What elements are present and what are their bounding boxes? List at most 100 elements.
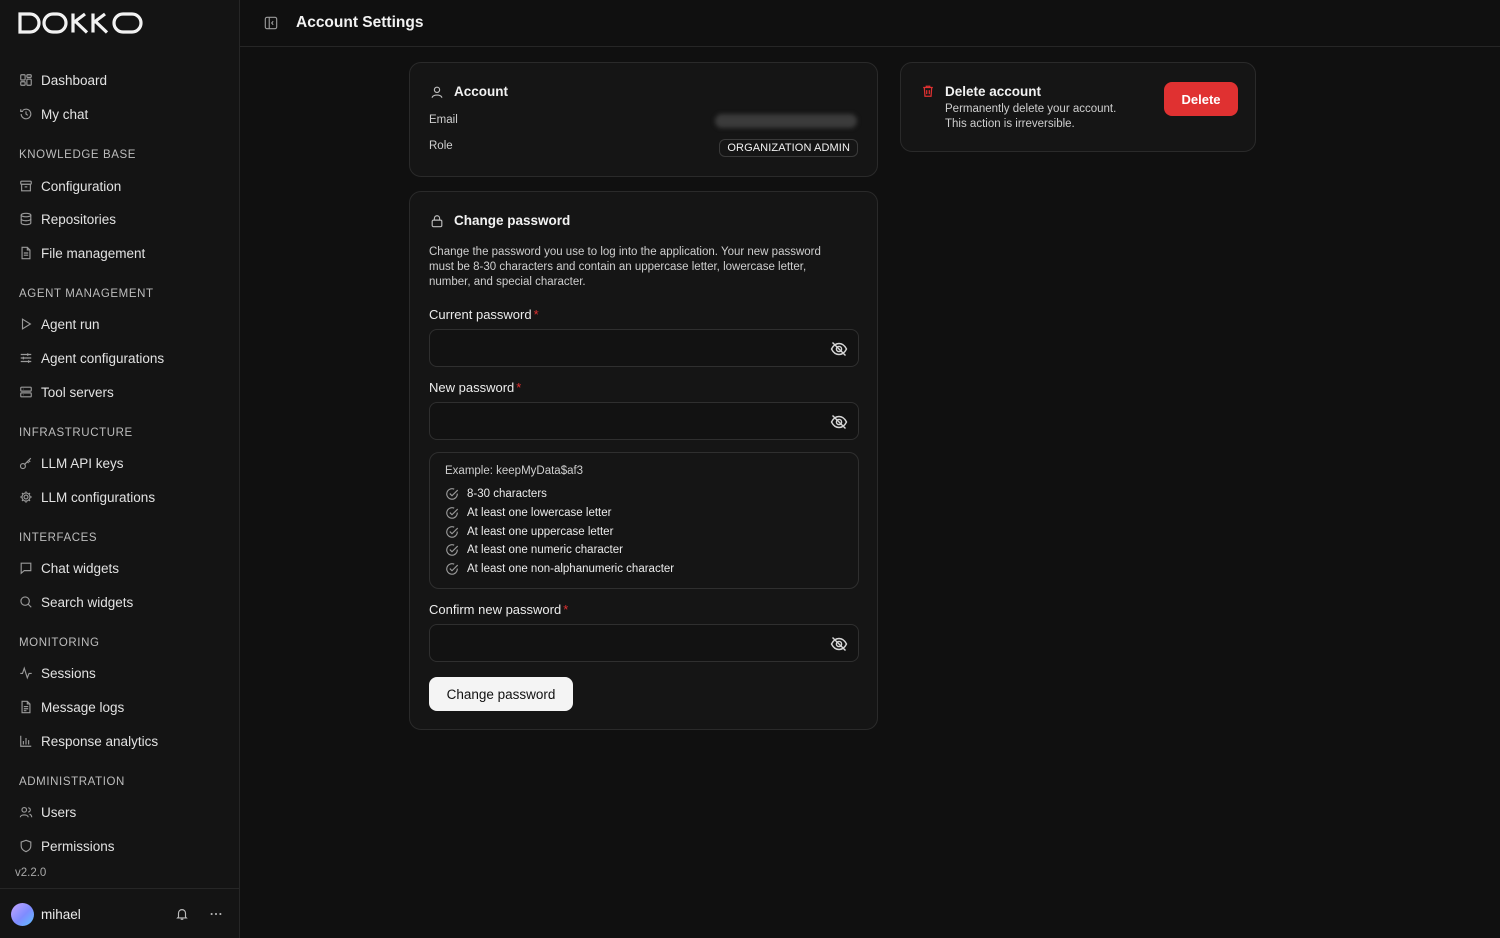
email-label: Email	[429, 114, 458, 126]
sidebar-toggle-icon[interactable]	[264, 16, 278, 30]
eye-off-icon[interactable]	[830, 340, 848, 358]
history-icon	[19, 107, 33, 121]
sidebar-item-label: File management	[41, 245, 146, 261]
section-administration: ADMINISTRATION	[19, 776, 125, 788]
account-card: Account Email Role ORGANIZATION ADMIN	[409, 62, 878, 177]
search-icon	[19, 595, 33, 609]
sidebar-item-permissions[interactable]: Permissions	[19, 836, 115, 856]
user-name[interactable]: mihael	[41, 907, 81, 922]
bar-chart-icon	[19, 734, 33, 748]
sidebar-item-users[interactable]: Users	[19, 802, 76, 822]
change-password-description: Change the password you use to log into …	[429, 246, 821, 288]
key-icon	[19, 456, 33, 470]
eye-off-icon[interactable]	[830, 635, 848, 653]
sidebar-item-configuration[interactable]: Configuration	[19, 176, 121, 196]
requirement-item: 8-30 characters	[445, 487, 547, 501]
sidebar-item-repositories[interactable]: Repositories	[19, 209, 116, 229]
sidebar-item-tool-servers[interactable]: Tool servers	[19, 382, 114, 402]
required-marker: *	[563, 602, 569, 617]
sidebar-item-agent-run[interactable]: Agent run	[19, 314, 100, 334]
check-circle-icon	[445, 543, 459, 557]
sidebar-item-label: My chat	[41, 106, 89, 122]
requirement-text: At least one numeric character	[467, 544, 623, 556]
delete-account-description-line2: This action is irreversible.	[945, 118, 1075, 130]
password-requirements: Example: keepMyData$af3 8-30 characters …	[429, 452, 859, 589]
sidebar-item-label: Sessions	[41, 665, 96, 681]
dokko-logo[interactable]	[18, 12, 144, 34]
sidebar-item-response-analytics[interactable]: Response analytics	[19, 731, 158, 751]
confirm-password-input[interactable]	[430, 625, 810, 661]
sidebar-item-file-management[interactable]: File management	[19, 243, 145, 263]
password-example: Example: keepMyData$af3	[445, 465, 584, 477]
delete-account-description-line1: Permanently delete your account.	[945, 103, 1117, 115]
sidebar-item-llm-api-keys[interactable]: LLM API keys	[19, 453, 124, 473]
role-label: Role	[429, 140, 453, 152]
sidebar-item-search-widgets[interactable]: Search widgets	[19, 592, 133, 612]
sidebar-item-label: Agent run	[41, 316, 100, 332]
requirement-text: At least one lowercase letter	[467, 507, 612, 519]
current-password-input[interactable]	[430, 330, 810, 366]
account-card-title: Account	[430, 84, 508, 99]
sidebar-item-label: Agent configurations	[41, 350, 165, 366]
section-interfaces: INTERFACES	[19, 532, 98, 544]
activity-icon	[19, 666, 33, 680]
sidebar-item-label: Configuration	[41, 178, 122, 194]
bell-icon[interactable]	[175, 907, 189, 921]
section-knowledge-base: KNOWLEDGE BASE	[19, 149, 137, 161]
sliders-icon	[19, 351, 33, 365]
database-icon	[19, 212, 33, 226]
sidebar-item-dashboard[interactable]: Dashboard	[19, 70, 107, 90]
lock-icon	[430, 214, 444, 228]
section-monitoring: MONITORING	[19, 637, 100, 649]
change-password-title: Change password	[454, 213, 571, 228]
new-password-input[interactable]	[430, 403, 810, 439]
email-value-redacted	[715, 114, 857, 128]
new-password-label-text: New password	[429, 380, 515, 395]
sidebar-item-label: Dashboard	[41, 72, 108, 88]
requirement-item: At least one lowercase letter	[445, 506, 611, 520]
message-icon	[19, 561, 33, 575]
delete-account-button[interactable]: Delete	[1164, 82, 1238, 116]
sidebar-item-label: Search widgets	[41, 594, 134, 610]
sidebar-item-label: Users	[41, 804, 77, 820]
server-icon	[19, 385, 33, 399]
sidebar-item-label: Message logs	[41, 699, 125, 715]
change-password-button[interactable]: Change password	[429, 677, 573, 711]
user-bar: mihael	[0, 888, 240, 938]
sidebar-item-label: LLM API keys	[41, 455, 124, 471]
role-badge: ORGANIZATION ADMIN	[719, 139, 858, 157]
page-title: Account Settings	[296, 14, 424, 31]
current-password-label: Current password *	[429, 307, 539, 322]
sidebar-item-sessions[interactable]: Sessions	[19, 663, 96, 683]
sidebar-item-label: LLM configurations	[41, 489, 156, 505]
sidebar-item-chat-widgets[interactable]: Chat widgets	[19, 558, 119, 578]
requirement-text: At least one non-alphanumeric character	[467, 563, 675, 575]
avatar[interactable]	[11, 903, 34, 926]
sidebar-item-label: Tool servers	[41, 384, 114, 400]
confirm-password-label-text: Confirm new password	[429, 602, 562, 617]
gear-icon	[19, 490, 33, 504]
dashboard-icon	[19, 73, 33, 87]
top-header: Account Settings	[240, 0, 1500, 47]
required-marker: *	[516, 380, 522, 395]
requirement-text: 8-30 characters	[467, 488, 547, 500]
check-circle-icon	[445, 506, 459, 520]
trash-icon	[921, 84, 935, 98]
sidebar-item-agent-configurations[interactable]: Agent configurations	[19, 348, 164, 368]
confirm-password-field	[429, 624, 859, 662]
sidebar-item-label: Response analytics	[41, 733, 159, 749]
sidebar-item-label: Chat widgets	[41, 560, 120, 576]
new-password-field	[429, 402, 859, 440]
file-icon	[19, 246, 33, 260]
user-icon	[430, 85, 444, 99]
eye-off-icon[interactable]	[830, 413, 848, 431]
sidebar-item-llm-configurations[interactable]: LLM configurations	[19, 487, 155, 507]
check-circle-icon	[445, 562, 459, 576]
sidebar-item-label: Repositories	[41, 211, 117, 227]
more-options-icon[interactable]	[209, 907, 223, 921]
section-infrastructure: INFRASTRUCTURE	[19, 427, 133, 439]
file-text-icon	[19, 700, 33, 714]
sidebar-item-my-chat[interactable]: My chat	[19, 104, 88, 124]
archive-icon	[19, 179, 33, 193]
sidebar-item-message-logs[interactable]: Message logs	[19, 697, 124, 717]
